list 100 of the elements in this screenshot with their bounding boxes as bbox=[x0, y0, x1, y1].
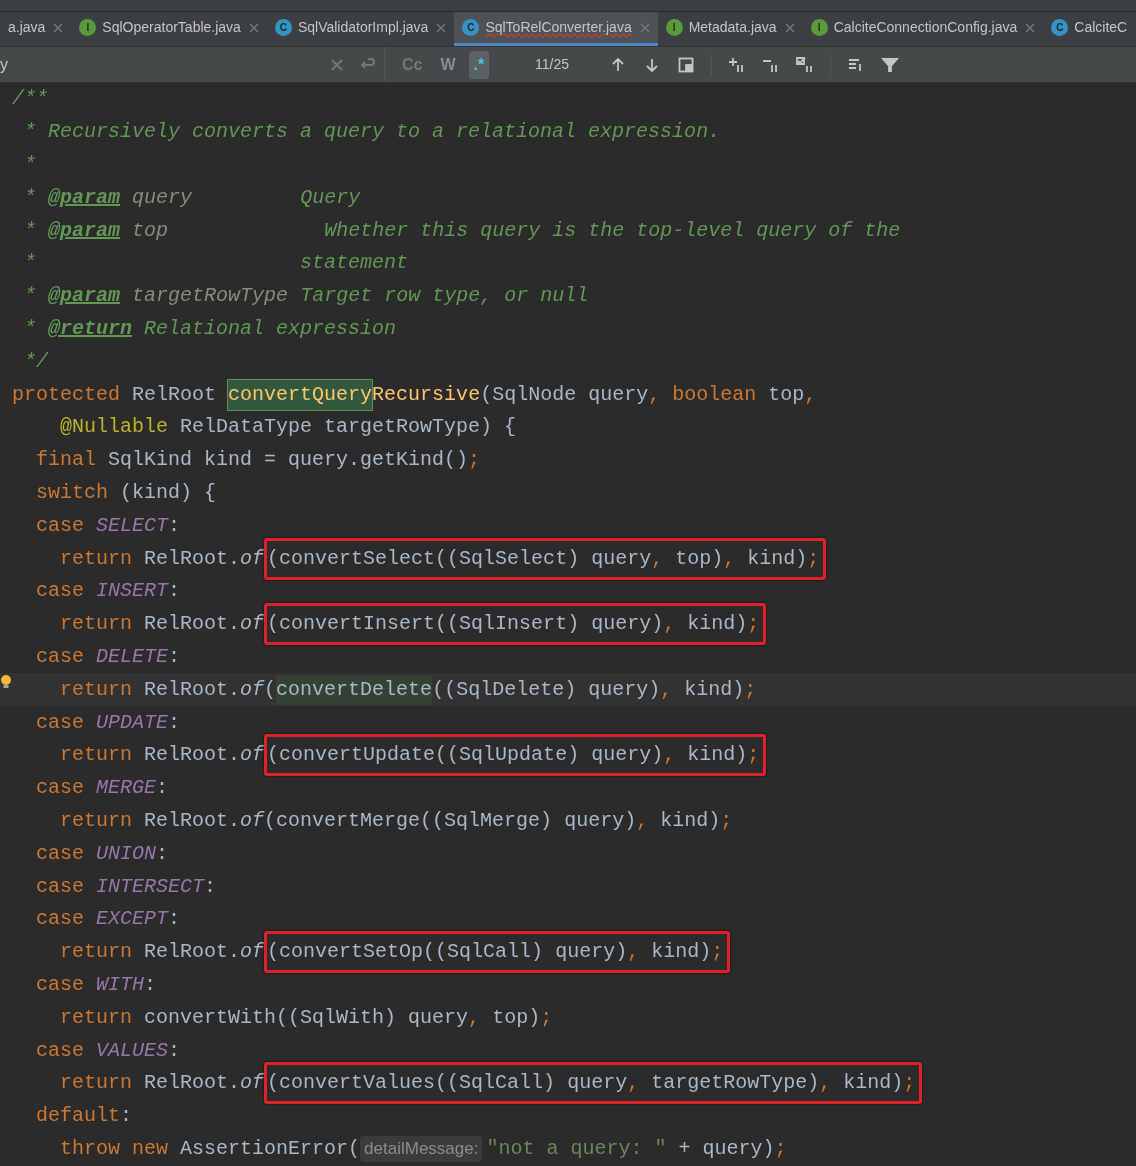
code-text: convertWith((SqlWith) query bbox=[144, 1004, 469, 1031]
code-text: ((SqlDelete) query) bbox=[432, 676, 661, 703]
code-text: : bbox=[168, 1037, 181, 1064]
editor-tab[interactable]: C CalciteC bbox=[1043, 12, 1136, 46]
comment-text: Relational expression bbox=[144, 315, 397, 342]
editor-tab[interactable]: I Metadata.java bbox=[657, 12, 803, 46]
editor-tab[interactable]: I SqlOperatorTable.java bbox=[71, 12, 267, 46]
enum-constant: UNION bbox=[96, 840, 157, 867]
code-text: RelRoot. bbox=[144, 807, 241, 834]
keyword: switch bbox=[36, 479, 109, 506]
add-occurrence-icon[interactable] bbox=[728, 55, 746, 74]
keyword: case bbox=[36, 1037, 85, 1064]
code-text: : bbox=[168, 709, 181, 736]
keyword: return bbox=[60, 742, 133, 769]
close-icon[interactable] bbox=[1025, 22, 1036, 33]
enum-constant: WITH bbox=[96, 971, 145, 998]
doc-tag: @param bbox=[48, 215, 121, 246]
enum-constant: EXCEPT bbox=[96, 906, 169, 933]
keyword: return bbox=[60, 1070, 133, 1097]
code-text: : bbox=[144, 971, 157, 998]
keyword: ; bbox=[468, 447, 481, 474]
lightbulb-icon[interactable] bbox=[0, 674, 12, 691]
code-text: RelRoot bbox=[132, 381, 217, 408]
close-icon[interactable] bbox=[53, 22, 64, 33]
code-text: (convertValues((SqlCall) query bbox=[267, 1071, 628, 1095]
keyword: return bbox=[60, 545, 133, 572]
doc-tag: @param bbox=[48, 182, 121, 213]
keyword: case bbox=[36, 840, 85, 867]
method-name: of bbox=[240, 676, 265, 703]
method-name: of bbox=[240, 611, 265, 638]
match-count: 11/25 bbox=[534, 55, 570, 74]
keyword: ; bbox=[744, 676, 757, 703]
keyword: case bbox=[36, 578, 85, 605]
enum-constant: UPDATE bbox=[96, 709, 169, 736]
enum-constant: SELECT bbox=[96, 512, 169, 539]
code-text: kind) bbox=[687, 612, 748, 636]
code-text: ( bbox=[264, 676, 277, 703]
keyword: return bbox=[60, 1004, 133, 1031]
comment-text: * statement bbox=[24, 250, 409, 277]
window-icon[interactable] bbox=[677, 55, 695, 74]
method-name: of bbox=[240, 545, 265, 572]
code-text: RelDataType targetRowType) { bbox=[180, 414, 517, 441]
keyword: , bbox=[663, 612, 676, 636]
close-icon[interactable] bbox=[436, 22, 447, 33]
file-type-icon: C bbox=[1051, 19, 1069, 36]
code-text: top bbox=[768, 381, 805, 408]
code-text: kind) bbox=[684, 676, 745, 703]
file-type-icon: C bbox=[462, 19, 480, 36]
code-text: RelRoot. bbox=[144, 1070, 241, 1097]
code-text: (convertSetOp((SqlCall) query) bbox=[267, 940, 628, 964]
tab-label: Metadata.java bbox=[688, 18, 777, 37]
comment-text: Target row type, or null bbox=[300, 283, 589, 310]
code-text: targetRowType) bbox=[651, 1071, 820, 1095]
editor-tab[interactable]: C SqlValidatorImpl.java bbox=[266, 12, 455, 46]
editor-tab[interactable]: a.java bbox=[0, 12, 72, 46]
enum-constant: MERGE bbox=[96, 775, 157, 802]
code-text: SqlKind kind = query.getKind() bbox=[108, 447, 469, 474]
comment-text: * bbox=[24, 217, 37, 244]
code-text: kind) bbox=[660, 807, 721, 834]
editor-tab[interactable]: I CalciteConnectionConfig.java bbox=[802, 12, 1044, 46]
keyword: , bbox=[627, 1071, 640, 1095]
select-all-icon[interactable] bbox=[796, 55, 814, 74]
close-icon[interactable] bbox=[784, 22, 795, 33]
filter-icon[interactable] bbox=[881, 55, 899, 74]
code-text: : bbox=[168, 512, 181, 539]
keyword: ; bbox=[747, 612, 760, 636]
keyword: ; bbox=[711, 940, 724, 964]
keyword: default bbox=[36, 1103, 121, 1130]
keyword: throw new bbox=[60, 1135, 169, 1162]
parameter-hint: detailMessage: bbox=[360, 1136, 483, 1162]
keyword: , bbox=[819, 1071, 832, 1095]
keyword: , bbox=[636, 807, 649, 834]
usage-highlight: convertDelete bbox=[276, 674, 433, 705]
keyword: return bbox=[60, 807, 133, 834]
code-text: (convertUpdate((SqlUpdate) query) bbox=[267, 743, 664, 767]
enum-constant: VALUES bbox=[96, 1037, 169, 1064]
comment-text: * bbox=[24, 283, 37, 310]
keyword: final bbox=[36, 447, 97, 474]
file-type-icon: C bbox=[274, 19, 292, 36]
method-name: of bbox=[240, 742, 265, 769]
code-text: kind) bbox=[651, 940, 712, 964]
method-name: of bbox=[240, 1070, 265, 1097]
code-text: RelRoot. bbox=[144, 939, 241, 966]
editor-tab[interactable]: C SqlToRelConverter.java bbox=[454, 12, 658, 46]
comment-text: */ bbox=[24, 348, 49, 375]
keyword: case bbox=[36, 873, 85, 900]
tab-label: SqlToRelConverter.java bbox=[485, 18, 632, 37]
comment-text: * Recursively converts a query to a relational expression. bbox=[24, 119, 721, 146]
keyword: ; bbox=[720, 807, 733, 834]
file-type-icon: I bbox=[79, 19, 97, 36]
search-match: convertQuery bbox=[228, 379, 373, 410]
keyword: case bbox=[36, 775, 85, 802]
code-text: (convertMerge((SqlMerge) query) bbox=[264, 807, 637, 834]
keyword: case bbox=[36, 971, 85, 998]
code-text: + query) bbox=[678, 1135, 775, 1162]
tab-label: CalciteC bbox=[1074, 18, 1128, 37]
keyword: , boolean bbox=[648, 381, 757, 408]
keyword: , bbox=[468, 1004, 481, 1031]
close-icon[interactable] bbox=[248, 22, 259, 33]
comment-text: * bbox=[24, 184, 37, 211]
